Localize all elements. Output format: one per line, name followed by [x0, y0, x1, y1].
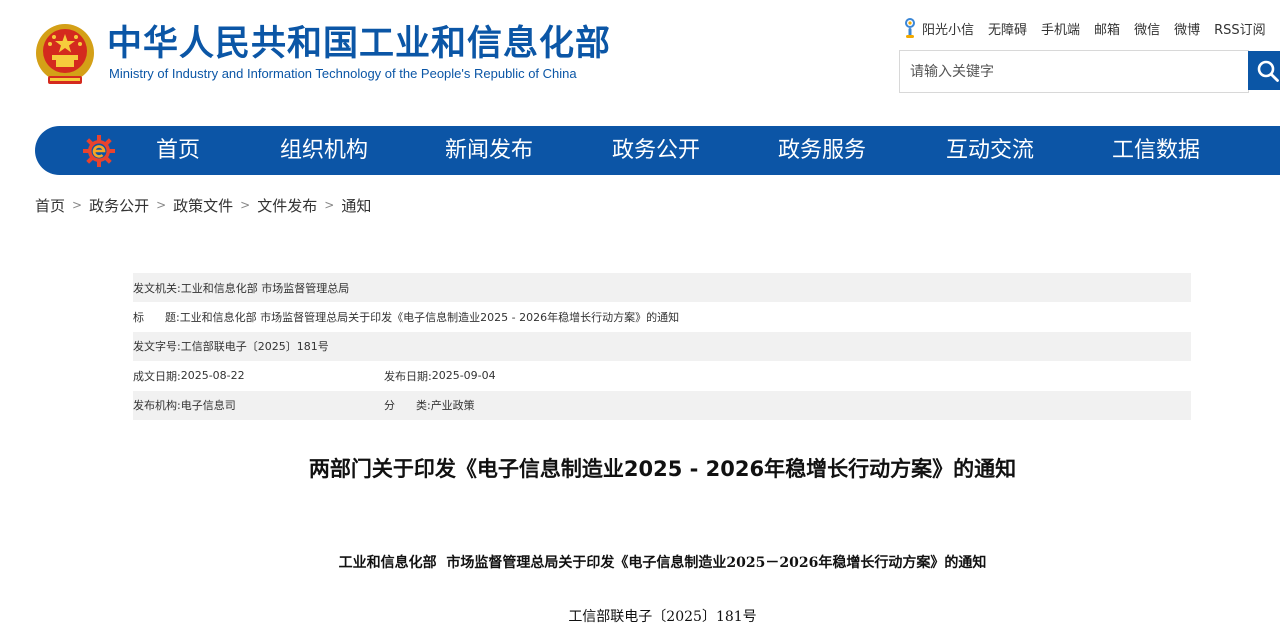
nav-item-home[interactable]: 首页: [156, 126, 200, 175]
sun-mascot-icon: [905, 18, 915, 38]
site-header: 中华人民共和国工业和信息化部 Ministry of Industry and …: [0, 0, 1280, 126]
meta-value-org: 电子信息司: [180, 399, 236, 413]
top-link-mail[interactable]: 邮箱: [1094, 19, 1120, 38]
breadcrumb-separator: >: [324, 198, 335, 212]
breadcrumb-separator: >: [240, 198, 251, 212]
e-gear-logo-icon: [83, 135, 115, 167]
national-emblem-icon: [36, 24, 94, 84]
meta-cell-published: 发布日期: 2025-09-04: [384, 368, 496, 384]
breadcrumb-separator: >: [72, 198, 83, 212]
breadcrumb-item-home[interactable]: 首页: [35, 195, 65, 216]
meta-row-doc-no: 发文字号: 工信部联电子〔2025〕181号: [133, 331, 1191, 362]
breadcrumb-item-policy-documents[interactable]: 政策文件: [173, 195, 233, 216]
meta-value-category: 产业政策: [430, 399, 475, 413]
top-link-label: 阳光小信: [922, 22, 975, 38]
nav-item-interaction[interactable]: 互动交流: [946, 126, 1034, 175]
nav-item-government-affairs[interactable]: 政务公开: [612, 126, 700, 175]
breadcrumb-item-document-release[interactable]: 文件发布: [257, 195, 317, 216]
document-meta-table: 发文机关: 工业和信息化部 市场监督管理总局 标 题: 工业和信息化部 市场监督…: [133, 273, 1191, 420]
breadcrumb-item-notice[interactable]: 通知: [341, 195, 371, 216]
top-link-accessibility[interactable]: 无障碍: [988, 19, 1027, 38]
nav-item-data[interactable]: 工信数据: [1112, 126, 1200, 175]
meta-key-issuer: 发文机关:: [133, 281, 181, 295]
search-button[interactable]: [1248, 51, 1280, 90]
article-doc-number: 工信部联电子〔2025〕181号: [568, 609, 757, 625]
nav-item-organization[interactable]: 组织机构: [280, 126, 368, 175]
article-subtitle: 工业和信息化部 市场监督管理总局关于印发《电子信息制造业2025－2026年稳增…: [338, 555, 987, 571]
meta-cell-category: 分 类: 产业政策: [384, 397, 475, 413]
meta-value-title: 工业和信息化部 市场监督管理总局关于印发《电子信息制造业2025 - 2026年…: [179, 311, 680, 325]
main-nav: 首页 组织机构 新闻发布 政务公开 政务服务 互动交流 工信数据: [35, 126, 1280, 175]
top-link-weibo[interactable]: 微博: [1174, 19, 1200, 38]
meta-value-published: 2025-09-04: [431, 369, 496, 383]
site-subtitle: Ministry of Industry and Information Tec…: [109, 66, 577, 81]
top-links: 阳光小信 无障碍 手机端 邮箱 微信 微博 RSS订阅: [902, 17, 1280, 39]
meta-value-issuer: 工业和信息化部 市场监督管理总局: [180, 281, 350, 295]
top-link-mobile[interactable]: 手机端: [1041, 19, 1080, 38]
search-icon: [1257, 60, 1279, 82]
meta-key-category: 分 类:: [384, 399, 431, 413]
meta-value-doc-no: 工信部联电子〔2025〕181号: [180, 340, 329, 354]
breadcrumb: 首页 > 政务公开 > 政策文件 > 文件发布 > 通知: [35, 194, 371, 216]
meta-key-title: 标 题:: [133, 311, 180, 325]
meta-row-issuer: 发文机关: 工业和信息化部 市场监督管理总局: [133, 273, 1191, 303]
meta-value-created: 2025-08-22: [180, 369, 245, 383]
meta-row-dates: 成文日期: 2025-08-22 发布日期: 2025-09-04: [133, 361, 1191, 390]
meta-cell-org: 发布机构: 电子信息司: [133, 397, 384, 413]
nav-item-news[interactable]: 新闻发布: [445, 126, 533, 175]
meta-key-published: 发布日期:: [384, 369, 432, 383]
top-link-rss[interactable]: RSS订阅: [1214, 19, 1266, 38]
search-box: [899, 50, 1249, 93]
meta-row-org: 发布机构: 电子信息司 分 类: 产业政策: [133, 390, 1191, 420]
search-input[interactable]: [900, 51, 1248, 92]
meta-key-doc-no: 发文字号:: [133, 340, 181, 354]
top-link-wechat[interactable]: 微信: [1134, 19, 1160, 38]
nav-item-services[interactable]: 政务服务: [778, 126, 866, 175]
article-title: 两部门关于印发《电子信息制造业2025 - 2026年稳增长行动方案》的通知: [308, 457, 1017, 481]
meta-key-created: 成文日期:: [133, 369, 181, 383]
meta-cell-created: 成文日期: 2025-08-22: [133, 368, 384, 384]
top-link-sunshine[interactable]: 阳光小信: [902, 17, 974, 39]
site-title: 中华人民共和国工业和信息化部: [107, 24, 612, 64]
breadcrumb-separator: >: [156, 198, 167, 212]
meta-key-org: 发布机构:: [133, 399, 181, 413]
breadcrumb-item-government-affairs[interactable]: 政务公开: [89, 195, 149, 216]
meta-row-title: 标 题: 工业和信息化部 市场监督管理总局关于印发《电子信息制造业2025 - …: [133, 302, 1191, 331]
